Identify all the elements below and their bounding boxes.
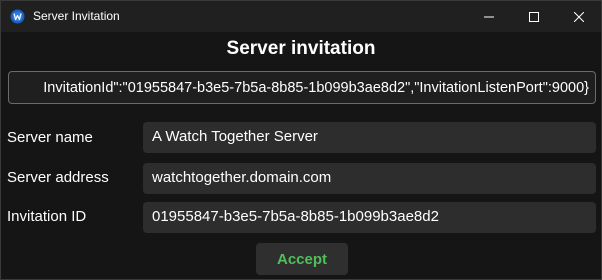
server-invitation-window: Server Invitation Server invitation Invi… (0, 0, 602, 280)
invitation-id-label: Invitation ID (7, 208, 87, 225)
window-title: Server Invitation (33, 9, 120, 23)
close-icon (574, 11, 584, 22)
accept-button[interactable]: Accept (256, 243, 348, 275)
close-button[interactable] (556, 1, 602, 32)
minimize-button[interactable] (466, 1, 512, 32)
server-address-label: Server address (7, 169, 109, 186)
maximize-icon (529, 11, 539, 22)
server-name-field[interactable]: A Watch Together Server (143, 122, 596, 153)
invitation-id-field[interactable]: 01955847-b3e5-7b5a-8b85-1b099b3ae8d2 (143, 202, 596, 233)
server-name-label: Server name (7, 129, 93, 146)
invitation-id-value: 01955847-b3e5-7b5a-8b85-1b099b3ae8d2 (152, 208, 439, 225)
server-name-value: A Watch Together Server (152, 128, 318, 145)
title-bar[interactable]: Server Invitation (1, 1, 601, 32)
app-logo-icon (10, 9, 25, 24)
maximize-button[interactable] (511, 1, 557, 32)
invitation-json-text: InvitationId":"01955847-b3e5-7b5a-8b85-1… (43, 80, 589, 96)
server-address-field[interactable]: watchtogether.domain.com (143, 163, 596, 194)
page-title: Server invitation (226, 38, 376, 59)
invitation-json-input[interactable]: InvitationId":"01955847-b3e5-7b5a-8b85-1… (8, 71, 596, 104)
minimize-icon (484, 16, 494, 17)
server-address-value: watchtogether.domain.com (152, 169, 332, 186)
